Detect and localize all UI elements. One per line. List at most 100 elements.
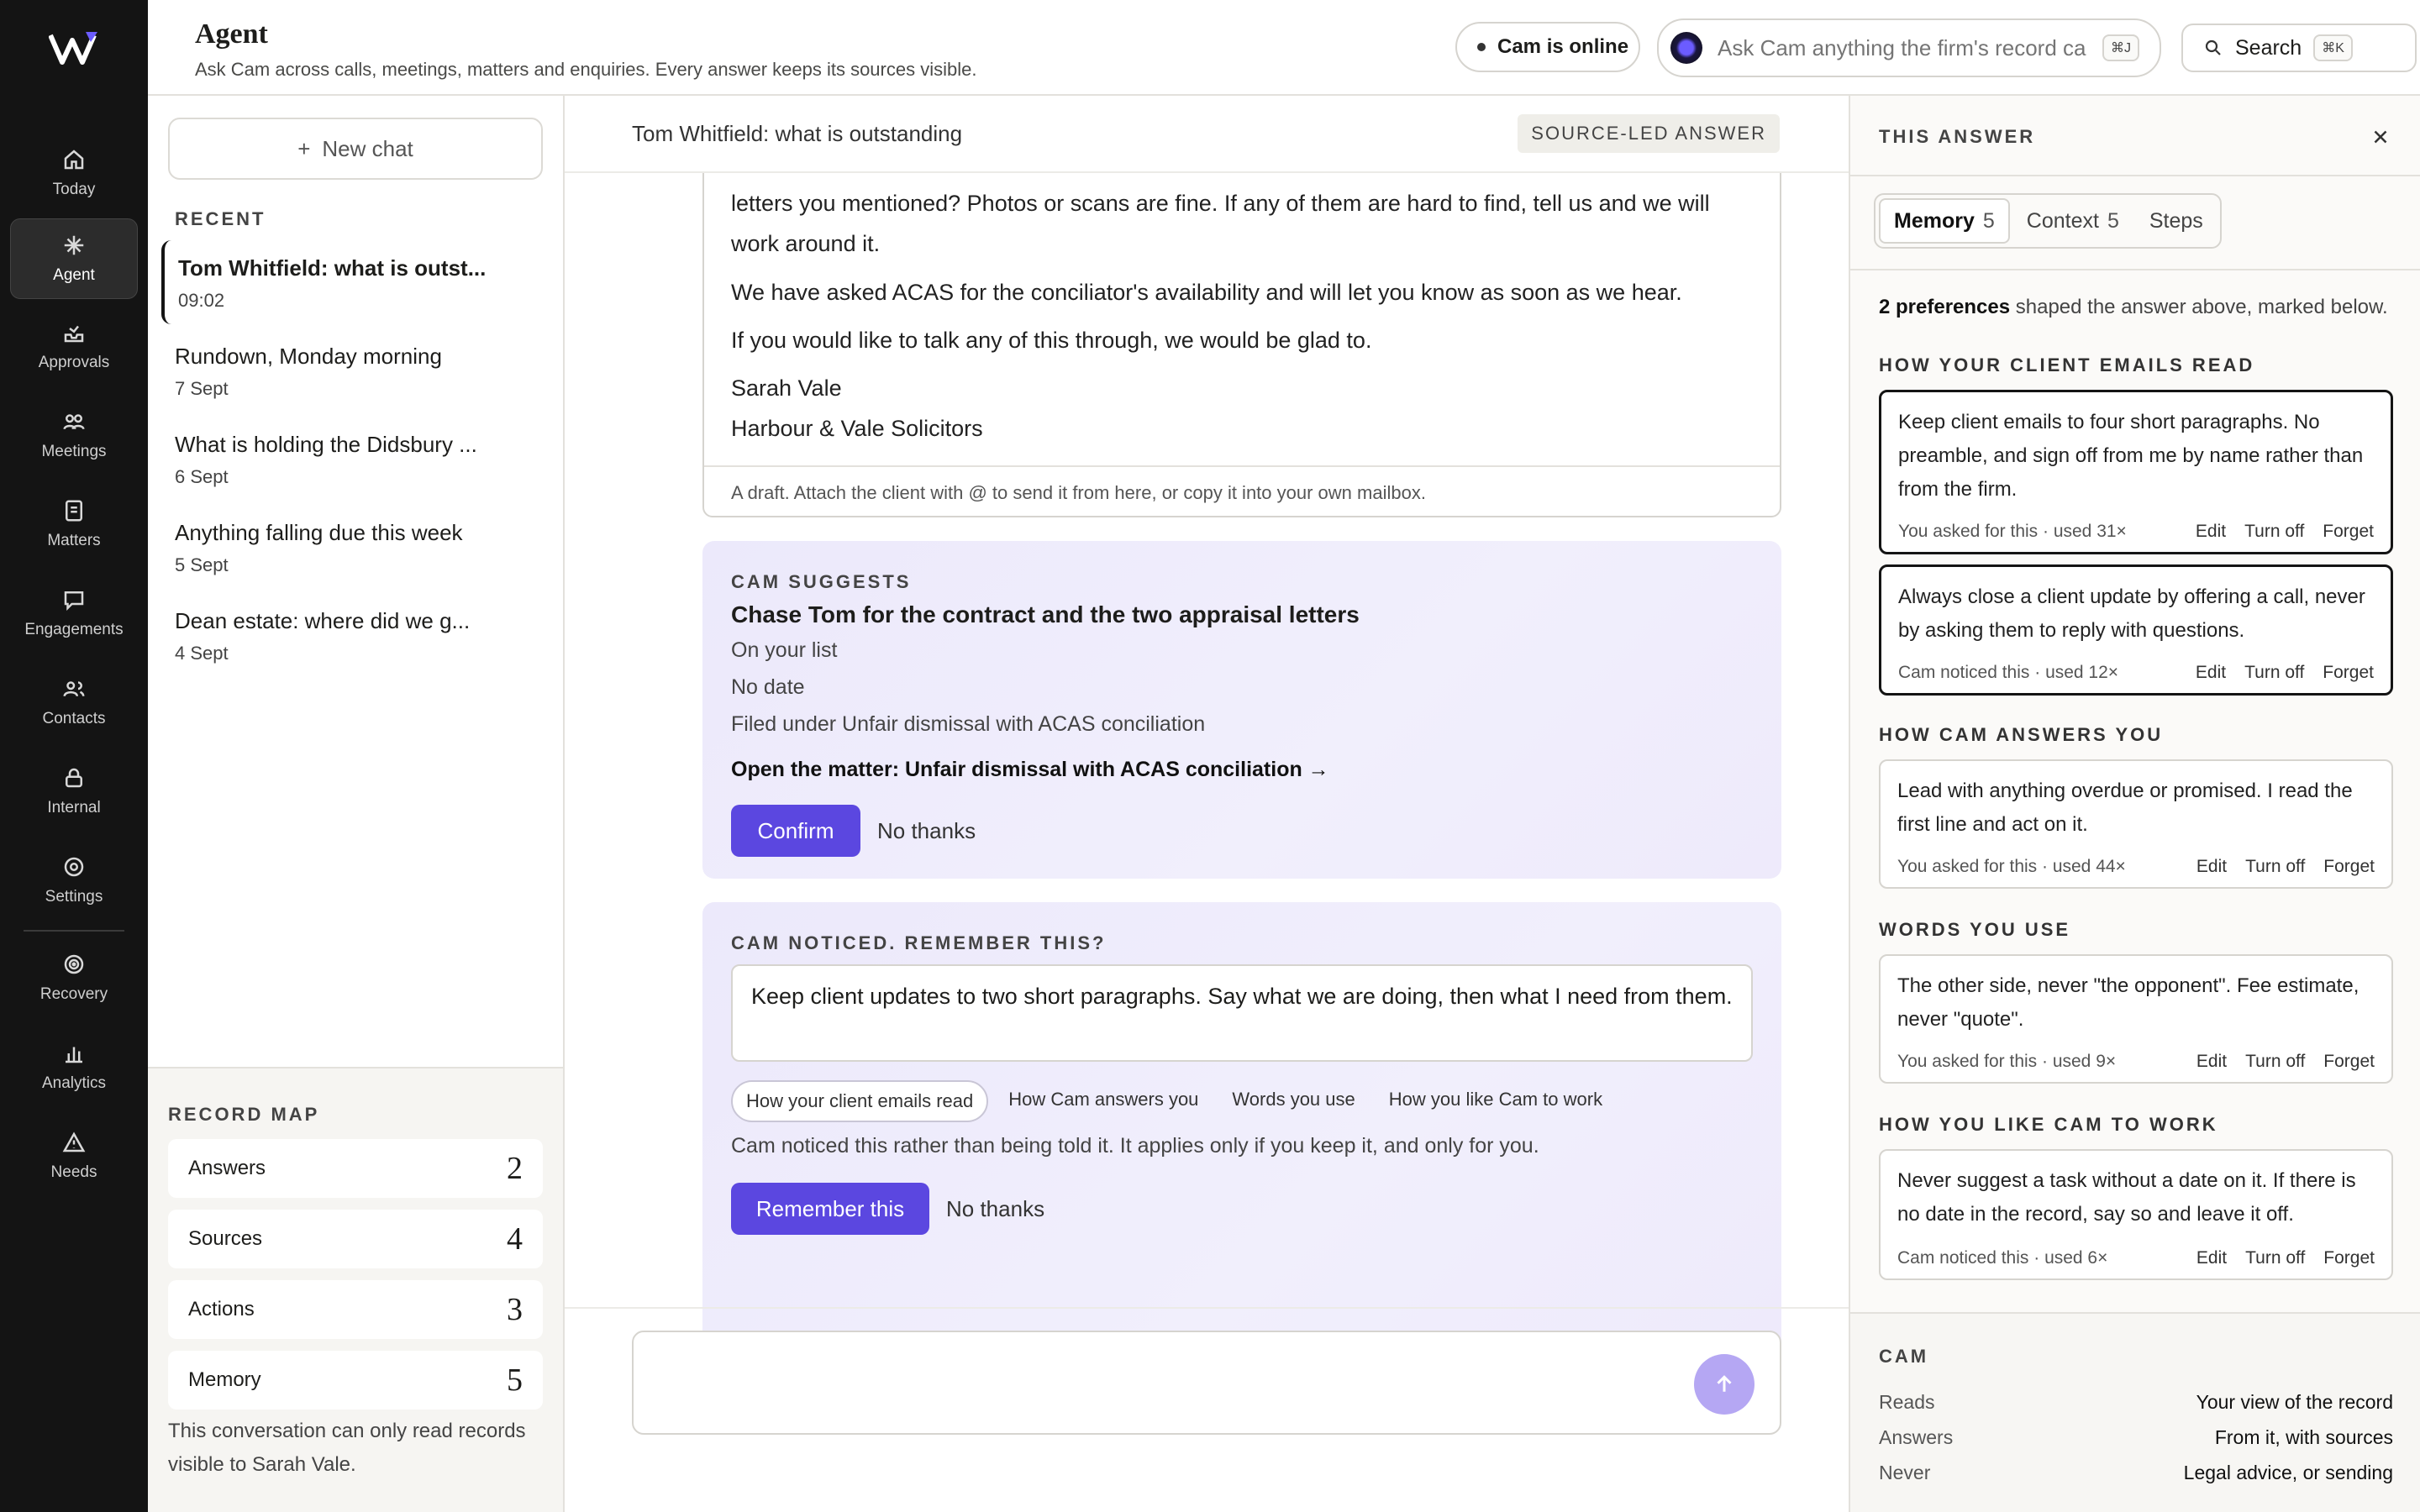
send-button[interactable] bbox=[1694, 1354, 1754, 1415]
pref-group-heading: HOW YOUR CLIENT EMAILS READ bbox=[1879, 354, 2255, 375]
forget-button[interactable]: Forget bbox=[2323, 857, 2375, 877]
conversation-title: Tom Whitfield: what is outstanding bbox=[632, 121, 963, 146]
preference-text: Lead with anything overdue or promised. … bbox=[1897, 780, 2353, 836]
status-dot-icon bbox=[1477, 43, 1486, 51]
search-button[interactable]: Search ⌘K bbox=[2181, 24, 2417, 72]
document-icon bbox=[66, 500, 82, 522]
record-map-row-sources[interactable]: Sources 4 bbox=[168, 1210, 543, 1268]
close-icon[interactable] bbox=[2370, 126, 2391, 148]
rail-item-recovery[interactable]: Recovery bbox=[10, 937, 138, 1018]
tab-memory[interactable]: Memory 5 bbox=[1879, 198, 2010, 244]
record-map-heading: RECORD MAP bbox=[168, 1104, 320, 1125]
chat-list-item[interactable]: What is holding the Didsbury ... 6 Sept bbox=[161, 417, 548, 501]
edit-button[interactable]: Edit bbox=[2196, 522, 2226, 542]
tab-label: Context bbox=[2026, 208, 2099, 233]
rail-item-approvals[interactable]: Approvals bbox=[10, 306, 138, 386]
tag-client-emails[interactable]: How your client emails read bbox=[731, 1080, 989, 1122]
draft-text: We have asked ACAS for the conciliator's… bbox=[731, 280, 1682, 305]
preference-card: The other side, never "the opponent". Fe… bbox=[1879, 954, 2393, 1084]
tag-cam-work[interactable]: How you like Cam to work bbox=[1376, 1080, 1616, 1122]
logo-icon[interactable] bbox=[49, 30, 99, 67]
ask-cam-input[interactable] bbox=[1718, 34, 2087, 61]
no-thanks-button[interactable]: No thanks bbox=[946, 1196, 1044, 1222]
rail-item-settings[interactable]: Settings bbox=[10, 840, 138, 921]
tag-cam-answers[interactable]: How Cam answers you bbox=[995, 1080, 1212, 1122]
forget-button[interactable]: Forget bbox=[2323, 1248, 2375, 1268]
turn-off-button[interactable]: Turn off bbox=[2244, 522, 2304, 542]
chat-list-item[interactable]: Rundown, Monday morning 7 Sept bbox=[161, 328, 548, 412]
record-map-row-answers[interactable]: Answers 2 bbox=[168, 1139, 543, 1198]
rail-item-meetings[interactable]: Meetings bbox=[10, 395, 138, 475]
tag-words[interactable]: Words you use bbox=[1218, 1080, 1368, 1122]
message-composer[interactable] bbox=[632, 1331, 1781, 1435]
rail-label: Contacts bbox=[42, 710, 106, 727]
suggestion-detail: No date bbox=[731, 675, 805, 699]
new-chat-button[interactable]: + New chat bbox=[168, 118, 543, 180]
chat-icon bbox=[64, 591, 84, 612]
rail-label: Internal bbox=[47, 799, 101, 816]
draft-email: letters you mentioned? Photos or scans a… bbox=[702, 138, 1781, 517]
record-map-row-memory[interactable]: Memory 5 bbox=[168, 1351, 543, 1410]
rail-label: Analytics bbox=[41, 1074, 107, 1092]
chat-list-item[interactable]: Dean estate: where did we g... 4 Sept bbox=[161, 593, 548, 677]
record-map-label: Answers bbox=[188, 1157, 266, 1179]
rail-label: Matters bbox=[47, 532, 101, 549]
panel-heading: THIS ANSWER bbox=[1879, 126, 2036, 147]
rail-item-internal[interactable]: Internal bbox=[10, 751, 138, 832]
turn-off-button[interactable]: Turn off bbox=[2245, 1052, 2305, 1072]
no-thanks-button[interactable]: No thanks bbox=[877, 818, 976, 844]
rail-label: Today bbox=[52, 181, 96, 198]
edit-button[interactable]: Edit bbox=[2196, 1248, 2227, 1268]
memory-text-field[interactable]: Keep client updates to two short paragra… bbox=[731, 964, 1753, 1062]
forget-button[interactable]: Forget bbox=[2323, 1052, 2375, 1072]
draft-text: If you would like to talk any of this th… bbox=[731, 328, 1372, 353]
chat-list-item[interactable]: Tom Whitfield: what is outst... 09:02 bbox=[161, 240, 548, 324]
tab-label: Memory bbox=[1894, 208, 1975, 233]
turn-off-button[interactable]: Turn off bbox=[2244, 663, 2304, 683]
remember-button[interactable]: Remember this bbox=[731, 1183, 929, 1235]
ask-cam-box[interactable]: ⌘J bbox=[1657, 18, 2161, 77]
edit-button[interactable]: Edit bbox=[2196, 1052, 2227, 1072]
preference-meta: Cam noticed this · used 6× bbox=[1897, 1248, 2108, 1268]
forget-button[interactable]: Forget bbox=[2323, 522, 2374, 542]
edit-button[interactable]: Edit bbox=[2196, 663, 2226, 683]
preference-text: Always close a client update by offering… bbox=[1898, 585, 2365, 642]
tab-context[interactable]: Context 5 bbox=[2013, 198, 2133, 244]
rail-item-analytics[interactable]: Analytics bbox=[10, 1026, 138, 1107]
chat-date: 6 Sept bbox=[175, 466, 229, 487]
rail-item-engagements[interactable]: Engagements bbox=[10, 573, 138, 654]
warning-icon bbox=[62, 1131, 86, 1152]
rail-item-contacts[interactable]: Contacts bbox=[10, 662, 138, 743]
preference-card: Keep client emails to four short paragra… bbox=[1879, 390, 2393, 554]
confirm-button[interactable]: Confirm bbox=[731, 805, 860, 857]
suggestion-detail: Filed under Unfair dismissal with ACAS c… bbox=[731, 712, 1206, 736]
turn-off-button[interactable]: Turn off bbox=[2245, 1248, 2305, 1268]
rail-label: Needs bbox=[50, 1163, 97, 1181]
ask-shortcut: ⌘J bbox=[2102, 34, 2139, 61]
record-map-count: 2 bbox=[507, 1151, 523, 1186]
tab-label: Steps bbox=[2149, 208, 2203, 233]
page-subtitle: Ask Cam across calls, meetings, matters … bbox=[195, 59, 977, 80]
pref-group-heading: WORDS YOU USE bbox=[1879, 919, 2071, 940]
record-map-row-actions[interactable]: Actions 3 bbox=[168, 1280, 543, 1339]
preference-card: Lead with anything overdue or promised. … bbox=[1879, 759, 2393, 889]
chat-date: 4 Sept bbox=[175, 643, 229, 664]
draft-signature: Harbour & Vale Solicitors bbox=[731, 416, 983, 441]
chat-date: 09:02 bbox=[178, 290, 225, 311]
chat-list-item[interactable]: Anything falling due this week 5 Sept bbox=[161, 505, 548, 589]
tab-steps[interactable]: Steps bbox=[2136, 198, 2217, 244]
forget-button[interactable]: Forget bbox=[2323, 663, 2374, 683]
preference-text: Never suggest a task without a date on i… bbox=[1897, 1169, 2356, 1226]
rail-item-today[interactable]: Today bbox=[10, 133, 138, 213]
turn-off-button[interactable]: Turn off bbox=[2245, 857, 2305, 877]
arrow-up-icon bbox=[1717, 1375, 1732, 1392]
open-matter-link[interactable]: Open the matter: Unfair dismissal with A… bbox=[731, 758, 1329, 782]
rail-item-agent[interactable]: Agent bbox=[10, 218, 138, 299]
suggestion-detail: On your list bbox=[731, 638, 838, 662]
rail-item-matters[interactable]: Matters bbox=[10, 484, 138, 564]
panel-divider bbox=[1850, 175, 2420, 176]
cam-scope-key: Never bbox=[1879, 1462, 1931, 1483]
edit-button[interactable]: Edit bbox=[2196, 857, 2227, 877]
record-map-count: 3 bbox=[507, 1292, 523, 1327]
rail-item-needs[interactable]: Needs bbox=[10, 1116, 138, 1196]
